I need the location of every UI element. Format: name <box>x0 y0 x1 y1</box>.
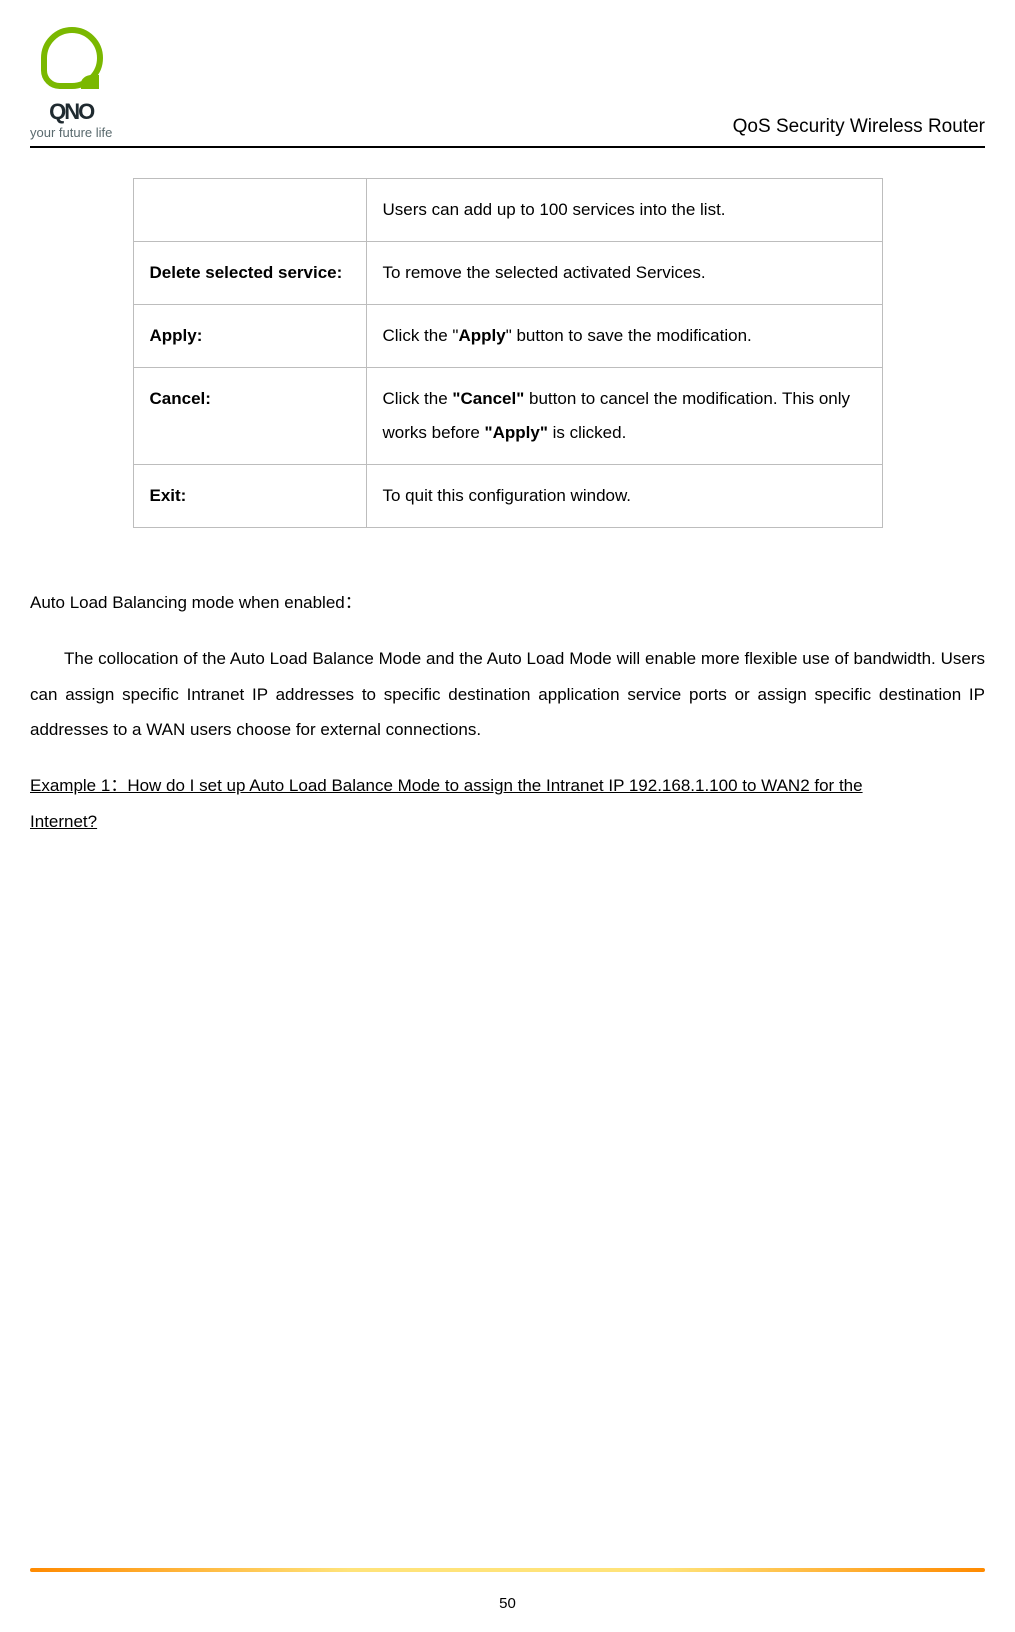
body-paragraph: The collocation of the Auto Load Balance… <box>30 641 985 748</box>
def-label <box>133 179 366 242</box>
logo-q-icon <box>31 27 111 97</box>
brand-logo: QNO your future life <box>30 27 112 140</box>
section-heading: Auto Load Balancing mode when enabled： <box>30 588 985 613</box>
table-row: Users can add up to 100 services into th… <box>133 179 882 242</box>
def-label: Delete selected service: <box>133 242 366 305</box>
document-title: QoS Security Wireless Router <box>733 116 985 138</box>
def-desc: Users can add up to 100 services into th… <box>366 179 882 242</box>
page-number: 50 <box>0 1595 1015 1612</box>
def-desc: To remove the selected activated Service… <box>366 242 882 305</box>
bold-span: "Apply" <box>485 423 548 442</box>
table-row: Cancel: Click the "Cancel" button to can… <box>133 368 882 465</box>
example-line: Example 1：How do I set up Auto Load Bala… <box>30 776 863 795</box>
table-row: Exit: To quit this configuration window. <box>133 465 882 528</box>
page-header: QNO your future life QoS Security Wirele… <box>30 0 985 148</box>
text-span: is clicked. <box>548 423 626 442</box>
brand-name: QNO <box>49 101 93 123</box>
table-row: Delete selected service: To remove the s… <box>133 242 882 305</box>
text-span: " button to save the modification. <box>506 326 752 345</box>
page-container: QNO your future life QoS Security Wirele… <box>0 0 1015 1632</box>
bold-span: "Cancel" <box>452 389 524 408</box>
bold-span: Apply <box>458 326 505 345</box>
page-content: Users can add up to 100 services into th… <box>30 148 985 839</box>
def-label: Apply: <box>133 305 366 368</box>
example-heading: Example 1：How do I set up Auto Load Bala… <box>30 768 985 839</box>
table-row: Apply: Click the "Apply" button to save … <box>133 305 882 368</box>
def-desc: Click the "Cancel" button to cancel the … <box>366 368 882 465</box>
definitions-table: Users can add up to 100 services into th… <box>133 178 883 528</box>
def-label: Exit: <box>133 465 366 528</box>
example-line: Internet? <box>30 812 97 831</box>
def-label: Cancel: <box>133 368 366 465</box>
def-desc: Click the "Apply" button to save the mod… <box>366 305 882 368</box>
footer-divider <box>30 1568 985 1572</box>
def-desc: To quit this configuration window. <box>366 465 882 528</box>
text-span: Click the <box>383 389 453 408</box>
text-span: Click the " <box>383 326 459 345</box>
brand-tagline: your future life <box>30 125 112 140</box>
